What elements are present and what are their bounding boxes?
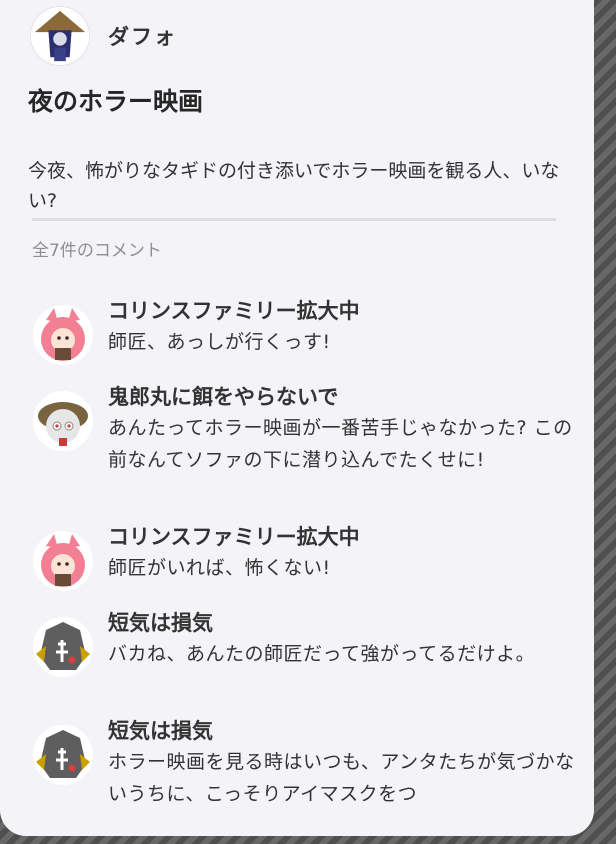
comment-text: 師匠がいれば、怖くない! [108, 557, 331, 579]
pink-character-avatar-icon [33, 531, 93, 591]
comment-text: 師匠、あっしが行くっす! [108, 331, 331, 353]
commenter-name[interactable]: コリンスファミリー拡大中 [108, 522, 578, 552]
comment-item: 短気は損気 バカね、あんたの師匠だって強がってるだけよ。 [32, 608, 578, 678]
divider [32, 218, 556, 221]
post-body: 今夜、怖がりなタギドの付き添いでホラー映画を観る人、いない? [28, 160, 560, 212]
commenter-name[interactable]: コリンスファミリー拡大中 [108, 296, 578, 326]
commenter-name[interactable]: 鬼郎丸に餌をやらないで [108, 382, 578, 412]
comment-content: 短気は損気 バカね、あんたの師匠だって強がってるだけよ。 [108, 608, 578, 678]
comment-content: 短気は損気 ホラー映画を見る時はいつも、アンタたちが気づかないうちに、こっそりア… [108, 716, 578, 810]
gray-character-avatar-icon [33, 725, 93, 785]
character-avatar-icon [31, 7, 89, 65]
commenter-avatar[interactable] [32, 724, 94, 786]
author-name[interactable]: ダフォ [108, 21, 177, 51]
comment-item: コリンスファミリー拡大中 師匠がいれば、怖くない! [32, 522, 578, 592]
commenter-name[interactable]: 短気は損気 [108, 716, 578, 746]
comment-item: 鬼郎丸に餌をやらないで あんたってホラー映画が一番苦手じゃなかった? この前なん… [32, 382, 578, 476]
gray-character-avatar-icon [33, 617, 93, 677]
commenter-avatar[interactable] [32, 530, 94, 592]
post-card: ダフォ 夜のホラー映画 今夜、怖がりなタギドの付き添いでホラー映画を観る人、いな… [0, 0, 594, 836]
comment-content: コリンスファミリー拡大中 師匠がいれば、怖くない! [108, 522, 578, 592]
comment-content: コリンスファミリー拡大中 師匠、あっしが行くっす! [108, 296, 578, 366]
comment-item: 短気は損気 ホラー映画を見る時はいつも、アンタたちが気づかないうちに、こっそりア… [32, 716, 578, 810]
commenter-avatar[interactable] [32, 390, 94, 452]
comment-text: あんたってホラー映画が一番苦手じゃなかった? この前なんてソファの下に潜り込んで… [108, 417, 573, 471]
comment-count: 全7件のコメント [32, 241, 162, 261]
commenter-name[interactable]: 短気は損気 [108, 608, 578, 638]
post-title: 夜のホラー映画 [28, 87, 204, 116]
comment-text: ホラー映画を見る時はいつも、アンタたちが気づかないうちに、こっそりアイマスクをつ [108, 751, 575, 805]
comment-content: 鬼郎丸に餌をやらないで あんたってホラー映画が一番苦手じゃなかった? この前なん… [108, 382, 578, 476]
commenter-avatar[interactable] [32, 304, 94, 366]
post-header: ダフォ [30, 6, 177, 66]
comment-item: コリンスファミリー拡大中 師匠、あっしが行くっす! [32, 296, 578, 366]
white-character-avatar-icon [33, 391, 93, 451]
comment-text: バカね、あんたの師匠だって強がってるだけよ。 [108, 643, 536, 665]
pink-character-avatar-icon [33, 305, 93, 365]
commenter-avatar[interactable] [32, 616, 94, 678]
author-avatar[interactable] [30, 6, 90, 66]
